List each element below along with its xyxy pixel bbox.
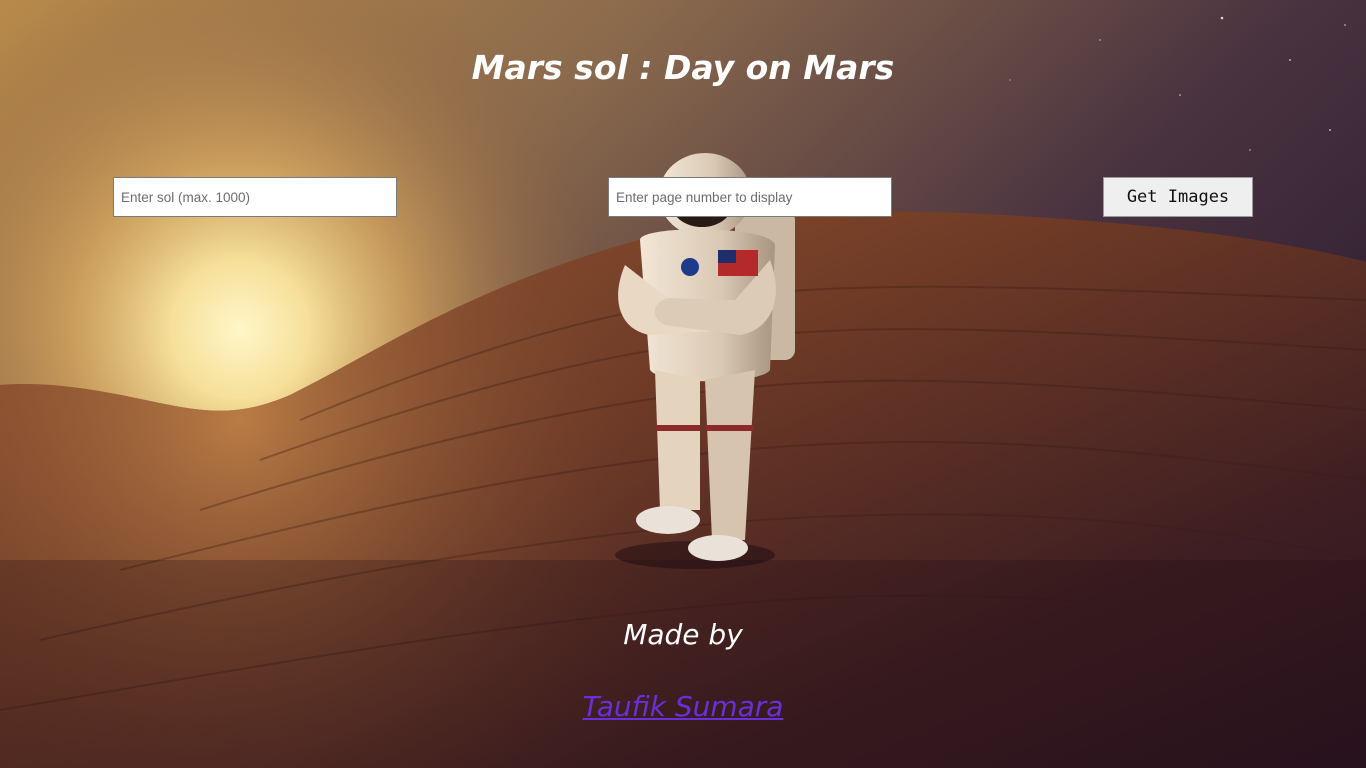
made-by-label: Made by bbox=[623, 618, 743, 651]
page-title: Mars sol : Day on Mars bbox=[471, 48, 895, 87]
sol-input[interactable] bbox=[113, 177, 397, 217]
author-link[interactable]: Taufik Sumara bbox=[583, 690, 784, 723]
get-images-button[interactable]: Get Images bbox=[1103, 177, 1253, 217]
page-number-input[interactable] bbox=[608, 177, 892, 217]
author-container: Taufik Sumara bbox=[0, 690, 1366, 723]
background-scene bbox=[0, 0, 1366, 768]
